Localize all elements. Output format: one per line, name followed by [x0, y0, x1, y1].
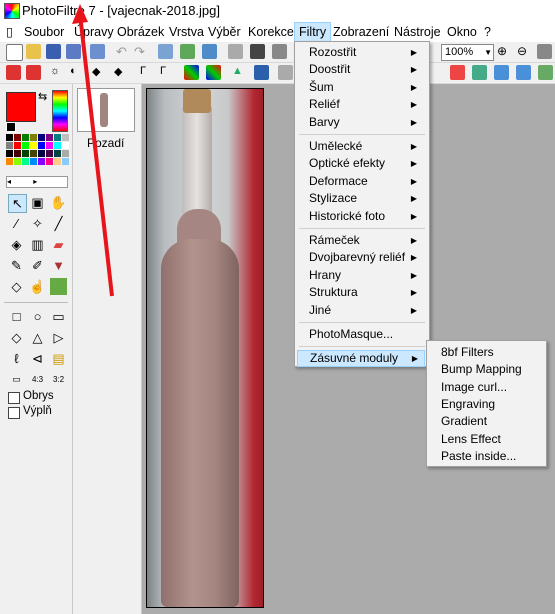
arrow-head	[72, 4, 88, 24]
annotation-arrow	[72, 4, 114, 297]
arrow-shaft	[78, 13, 114, 297]
